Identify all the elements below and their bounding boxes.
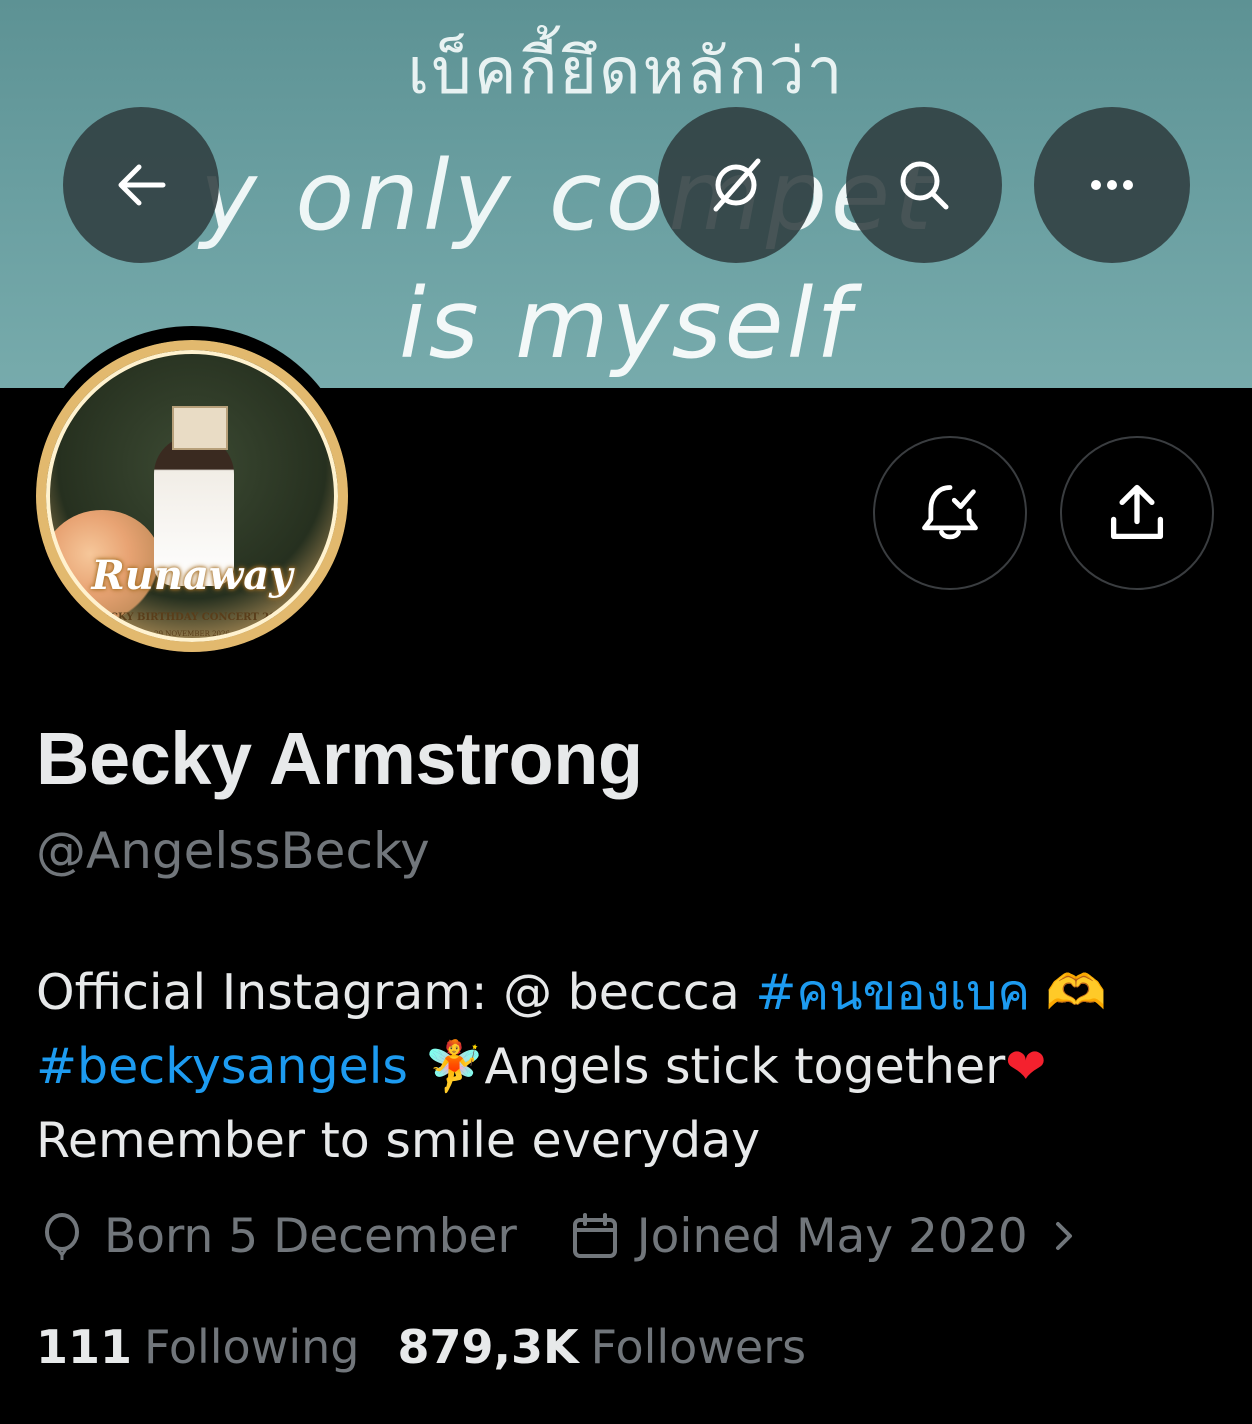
birthday-item: Born 5 December	[36, 1209, 517, 1264]
followers-label: Followers	[590, 1320, 807, 1374]
back-arrow-icon	[118, 164, 166, 206]
grok-icon	[713, 158, 761, 212]
heart-hands-emoji: 🫶	[1030, 964, 1107, 1021]
balloon-icon	[45, 1213, 79, 1260]
bio-line-3: Remember to smile everyday	[36, 1112, 761, 1169]
following-label: Following	[144, 1320, 360, 1374]
banner-text-line2: y only compet	[200, 140, 936, 252]
bio-line-2: #beckysangels 🧚Angels stick together❤	[36, 1030, 1226, 1104]
grok-button[interactable]	[658, 107, 814, 263]
share-button[interactable]	[1060, 436, 1214, 590]
joined-item[interactable]: Joined May 2020	[569, 1209, 1082, 1264]
joined-text: Joined May 2020	[636, 1208, 1028, 1264]
following-count: 111	[36, 1320, 133, 1374]
fairy-emoji: 🧚	[407, 1038, 485, 1095]
profile-name: Becky Armstrong	[36, 717, 643, 800]
chevron-right-icon	[1055, 1222, 1072, 1250]
followers-count: 879,3K	[397, 1320, 579, 1374]
avatar[interactable]: Runaway BECKY BIRTHDAY CONCERT 2026 29 N…	[36, 340, 348, 652]
profile-bio: Official Instagram: @ beccca #คนของเบค 🫶…	[36, 956, 1226, 1178]
following-link[interactable]: 111 Following	[36, 1320, 359, 1374]
birthday-text: Born 5 December	[104, 1208, 517, 1264]
profile-stats: 111 Following 879,3K Followers	[36, 1320, 806, 1374]
notifications-button[interactable]	[873, 436, 1027, 590]
more-button[interactable]	[1034, 107, 1190, 263]
bio-text: Official Instagram: @ beccca	[36, 964, 756, 1021]
profile-meta: Born 5 December Joined May 2020	[36, 1206, 1082, 1266]
followers-link[interactable]: 879,3K Followers	[397, 1320, 806, 1374]
avatar-frame	[36, 340, 348, 652]
heart-emoji: ❤	[1005, 1038, 1047, 1095]
search-icon	[900, 161, 949, 210]
search-button[interactable]	[846, 107, 1002, 263]
share-icon	[1110, 484, 1164, 540]
back-button[interactable]	[63, 107, 219, 263]
bell-check-icon	[922, 485, 978, 540]
hashtag-link[interactable]: #beckysangels	[36, 1038, 408, 1095]
banner-text-thai: เบ็คกี้ยึดหลักว่า	[407, 35, 845, 109]
hashtag-link[interactable]: #คนของเบค	[755, 964, 1030, 1021]
bio-line-1: Official Instagram: @ beccca #คนของเบค 🫶	[36, 956, 1226, 1030]
more-icon	[1091, 180, 1133, 190]
bio-text: Angels stick together	[484, 1038, 1006, 1095]
profile-handle: @AngelssBecky	[36, 822, 430, 880]
calendar-icon	[572, 1213, 617, 1258]
